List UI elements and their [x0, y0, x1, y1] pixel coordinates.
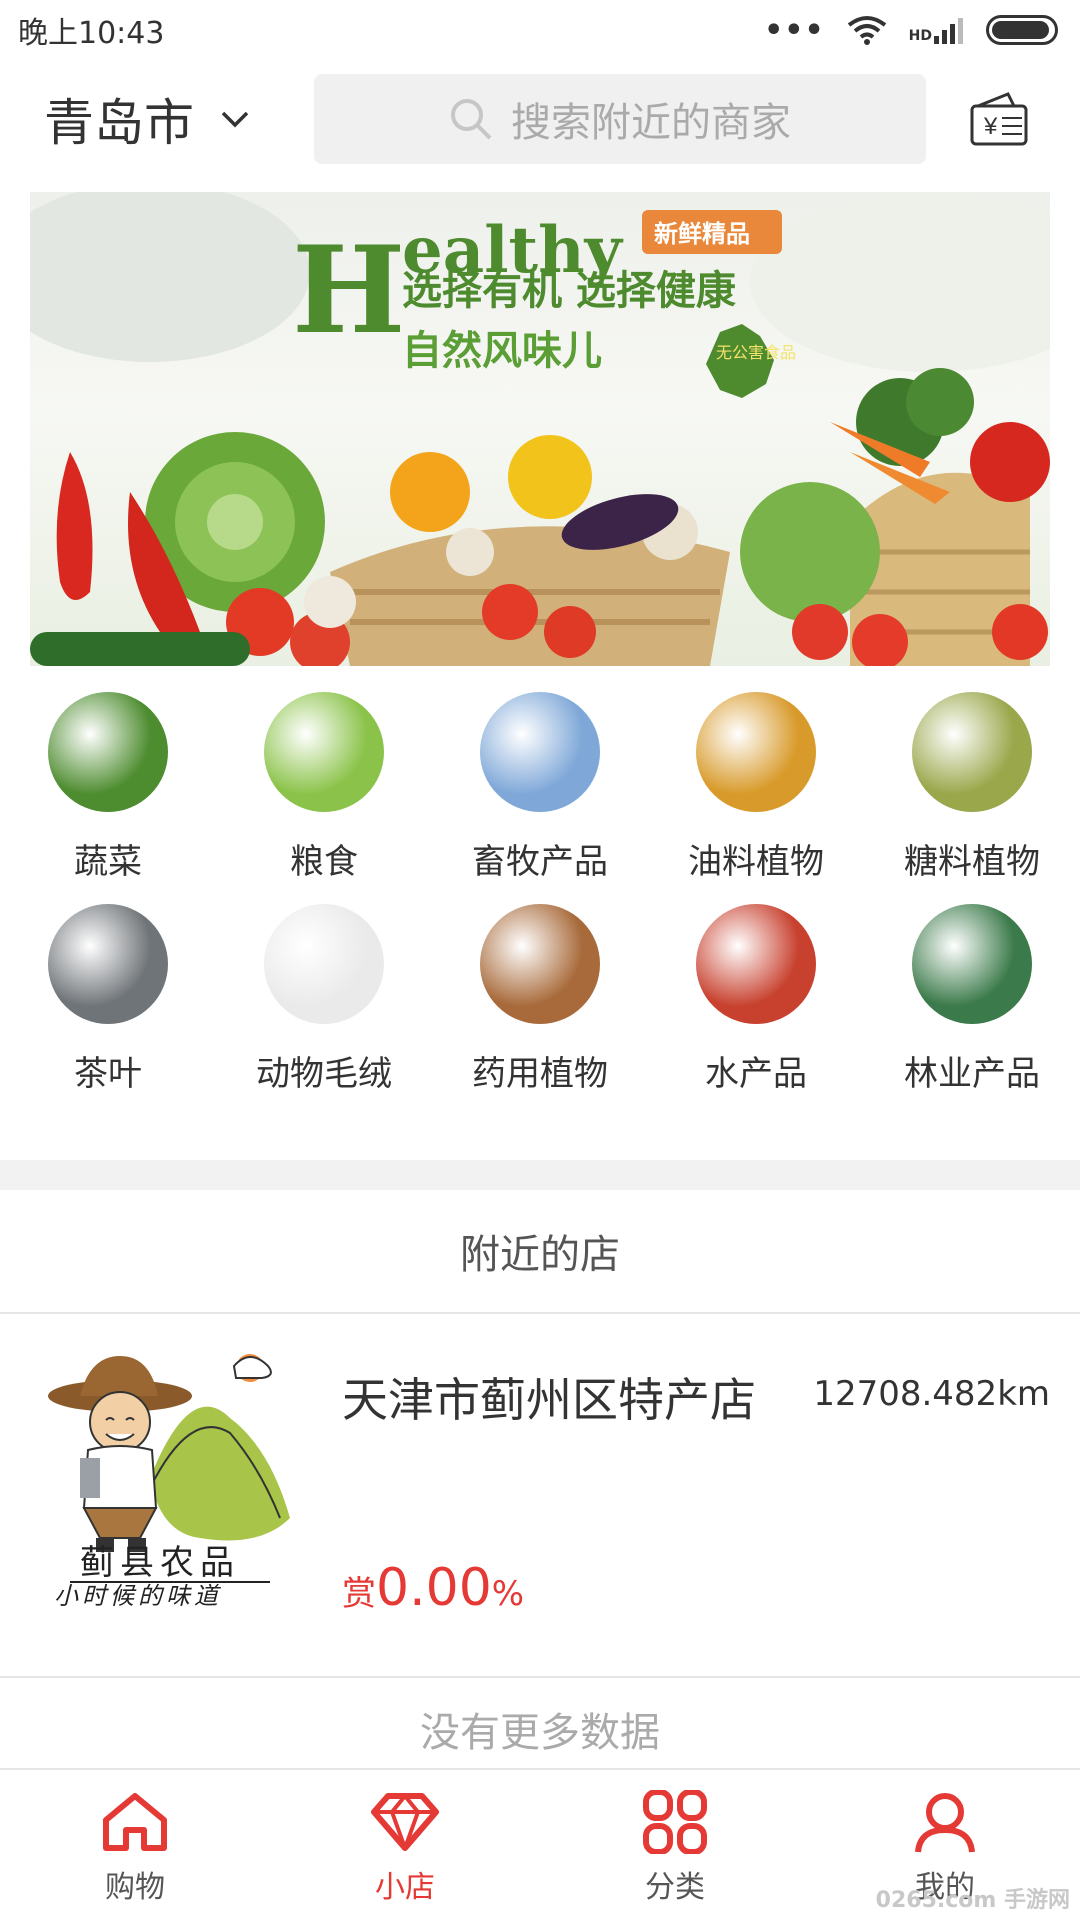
network-type: HD [908, 28, 932, 44]
grain-icon [264, 692, 384, 812]
vegetables-icon [48, 692, 168, 812]
search-placeholder: 搜索附近的商家 [511, 100, 791, 146]
category-item[interactable]: 药用植物 [432, 904, 648, 1116]
battery-level [992, 21, 1049, 39]
tab-category[interactable]: 分类 [540, 1770, 810, 1920]
reward-prefix: 赏 [342, 1574, 376, 1614]
wool-icon [264, 904, 384, 1024]
top-bar: 青岛市 搜索附近的商家 ¥ [0, 60, 1080, 178]
tab-shop[interactable]: 小店 [270, 1770, 540, 1920]
banner-line1: 选择有机 选择健康 [402, 268, 736, 314]
shop-reward: 赏 0.00 % [342, 1558, 524, 1618]
category-label: 水产品 [705, 1054, 807, 1094]
banner-line2: 自然风味儿 [402, 328, 602, 374]
tab-label: 小店 [375, 1870, 435, 1905]
medicinal-plant-icon [480, 904, 600, 1024]
banner-headline-initial: H [292, 220, 405, 361]
tea-icon [48, 904, 168, 1024]
signal-icon: HD [909, 16, 964, 44]
category-label: 畜牧产品 [472, 842, 608, 882]
category-item[interactable]: 粮食 [216, 692, 432, 904]
shop-distance: 12708.482km [813, 1374, 1050, 1414]
tab-label: 购物 [105, 1870, 165, 1905]
category-item[interactable]: 糖料植物 [864, 692, 1080, 904]
banner-seal-text: 无公害食品 [716, 343, 796, 362]
category-grid: 蔬菜 粮食 畜牧产品 油料植物 糖料植物茶叶 动物毛绒 药用植物 水产品 林业产品 [0, 692, 1080, 1116]
category-item[interactable]: 蔬菜 [0, 692, 216, 904]
oil-plant-icon [696, 692, 816, 812]
wifi-icon [847, 16, 886, 45]
status-icons: ••• HD [764, 13, 1058, 48]
search-icon [451, 99, 492, 140]
reward-suffix: % [491, 1574, 525, 1614]
shop-info: 天津市蓟州区特产店 12708.482km 赏 0.00 % [342, 1338, 1050, 1676]
bottom-tab-bar: 购物 小店 分类 我的 0265.com 手游网 [0, 1768, 1080, 1920]
nearby-section-title: 附近的店 [0, 1190, 1080, 1314]
category-item[interactable]: 林业产品 [864, 904, 1080, 1116]
category-label: 林业产品 [904, 1054, 1040, 1094]
category-label: 糖料植物 [904, 842, 1040, 882]
status-bar: 晚上10:43 ••• HD [0, 0, 1080, 60]
home-icon [103, 1793, 167, 1851]
user-icon [915, 1793, 975, 1853]
category-label: 蔬菜 [74, 842, 142, 882]
promo-banner[interactable]: H ealthy 新鲜精品 选择有机 选择健康 自然风味儿 无公害食品 [30, 192, 1050, 666]
grid-icon [643, 1790, 707, 1854]
tab-shopping[interactable]: 购物 [0, 1770, 270, 1920]
city-label: 青岛市 [44, 94, 194, 152]
bamboo-icon [912, 904, 1032, 1024]
livestock-icon [480, 692, 600, 812]
category-item[interactable]: 油料植物 [648, 692, 864, 904]
shop-logo-slogan: 小时候的味道 [54, 1582, 222, 1608]
tab-label: 分类 [645, 1870, 705, 1905]
category-item[interactable]: 茶叶 [0, 904, 216, 1116]
section-divider [0, 1160, 1080, 1190]
category-item[interactable]: 水产品 [648, 904, 864, 1116]
banner-tag: 新鲜精品 [654, 220, 750, 248]
category-label: 茶叶 [74, 1054, 142, 1094]
category-label: 药用植物 [472, 1054, 608, 1094]
svg-text:¥: ¥ [983, 113, 998, 140]
watermark: 0265.com 手游网 [875, 1888, 1070, 1913]
no-more-data: 没有更多数据 [420, 1710, 660, 1756]
reward-value: 0.00 [376, 1558, 492, 1618]
battery-icon [986, 15, 1058, 45]
sugar-plant-icon [912, 692, 1032, 812]
category-label: 粮食 [290, 842, 358, 882]
shop-logo-title: 蓟县农品 [80, 1543, 240, 1583]
category-item[interactable]: 畜牧产品 [432, 692, 648, 904]
shop-logo: 蓟县农品 小时候的味道 [48, 1354, 290, 1608]
diamond-icon [371, 1793, 439, 1851]
chevron-down-icon [221, 111, 249, 128]
status-time: 晚上10:43 [18, 16, 165, 51]
search-input[interactable]: 搜索附近的商家 [314, 74, 926, 164]
city-selector[interactable]: 青岛市 [44, 83, 314, 155]
category-item[interactable]: 动物毛绒 [216, 904, 432, 1116]
wallet-icon[interactable]: ¥ [968, 88, 1030, 150]
shop-card[interactable]: 蓟县农品 小时候的味道 天津市蓟州区特产店 12708.482km 赏 0.00… [0, 1314, 1080, 1678]
category-label: 动物毛绒 [256, 1054, 392, 1094]
seafood-icon [696, 904, 816, 1024]
banner-illustration: H ealthy 新鲜精品 选择有机 选择健康 自然风味儿 无公害食品 [30, 192, 1050, 666]
category-label: 油料植物 [688, 842, 824, 882]
more-dots-icon: ••• [764, 12, 825, 48]
